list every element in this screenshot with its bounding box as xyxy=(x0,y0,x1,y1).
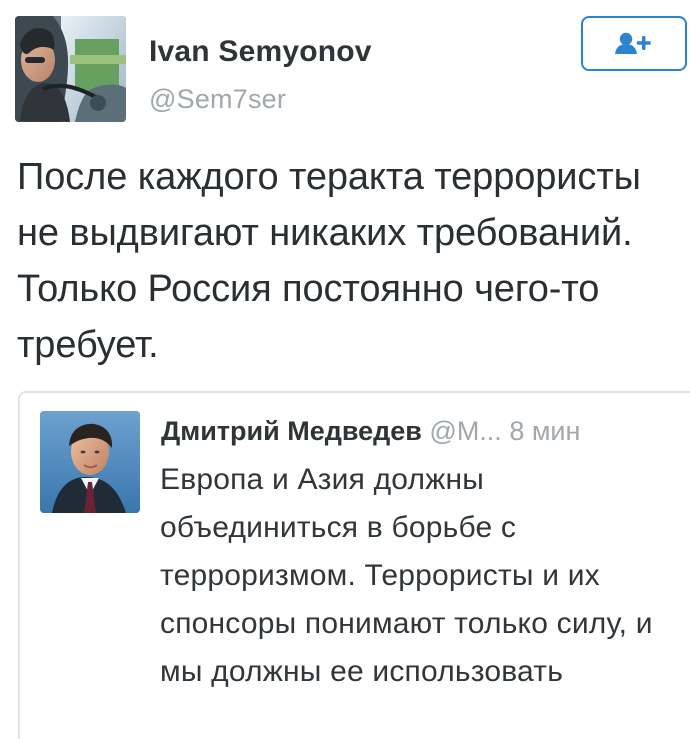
author-name[interactable]: Ivan Semyonov xyxy=(149,35,372,69)
quoted-tweet-header: Дмитрий Медведев @М... 8 мин xyxy=(161,413,681,449)
author-avatar[interactable] xyxy=(15,16,126,122)
follow-button[interactable] xyxy=(581,16,687,71)
quoted-author-handle[interactable]: @М... xyxy=(429,416,501,446)
quoted-tweet-time[interactable]: 8 мин xyxy=(509,416,580,446)
tweet: Ivan Semyonov @Sem7ser После каждого тер… xyxy=(0,0,690,739)
quoted-tweet-card[interactable]: Дмитрий Медведев @М... 8 мин Европа и Аз… xyxy=(18,391,690,739)
driver-photo-avatar-icon xyxy=(15,16,126,122)
quoted-tweet-text: Европа и Азия должны объединиться в борь… xyxy=(160,463,653,688)
tweet-text: После каждого теракта террористы не выдв… xyxy=(17,156,641,366)
author-handle[interactable]: @Sem7ser xyxy=(149,84,286,115)
quoted-author-name[interactable]: Дмитрий Медведев xyxy=(161,416,422,446)
quoted-author-avatar[interactable] xyxy=(40,411,140,513)
follow-user-icon xyxy=(615,32,651,54)
portrait-avatar-icon xyxy=(40,411,140,513)
